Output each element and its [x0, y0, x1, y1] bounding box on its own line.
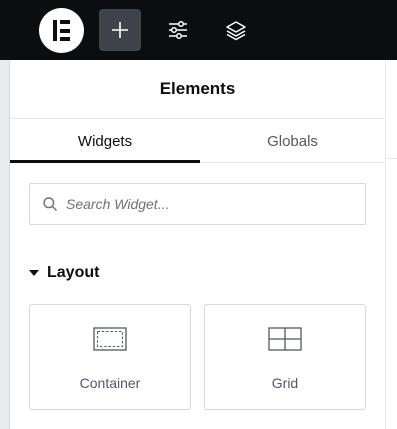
editor-frame: Elements Widgets Globals Layout	[0, 0, 397, 429]
logo-bar-vertical	[53, 20, 57, 41]
preview-edge	[0, 0, 9, 429]
plus-icon	[112, 22, 128, 38]
search-box	[29, 183, 366, 225]
elementor-logo-icon[interactable]	[39, 8, 84, 53]
panel-title: Elements	[10, 60, 385, 119]
elements-panel: Elements Widgets Globals Layout	[10, 60, 385, 429]
container-icon	[30, 327, 190, 357]
grid-icon	[205, 327, 365, 357]
active-tab-indicator	[10, 160, 200, 163]
top-toolbar	[0, 0, 397, 60]
layers-icon	[226, 21, 246, 41]
caret-down-icon	[29, 270, 39, 276]
logo-bar-top	[60, 20, 70, 24]
widget-label: Grid	[271, 375, 299, 391]
structure-button[interactable]	[215, 9, 257, 51]
widget-grid[interactable]: Grid	[204, 304, 366, 410]
logo-bar-bottom	[60, 37, 70, 41]
canvas-edge	[385, 60, 397, 429]
widget-container[interactable]: Container	[29, 304, 191, 410]
panel-tabs: Widgets Globals	[10, 119, 385, 163]
tab-globals[interactable]: Globals	[200, 119, 385, 163]
tab-widgets[interactable]: Widgets	[10, 119, 200, 163]
widget-label: Container	[79, 375, 141, 391]
logo-bar-middle	[60, 28, 70, 33]
search-icon	[43, 197, 57, 211]
section-toggle-layout[interactable]: Layout	[29, 262, 99, 284]
search-input[interactable]	[66, 184, 356, 224]
divider	[386, 158, 397, 159]
add-element-button[interactable]	[99, 9, 141, 51]
site-settings-button[interactable]	[157, 9, 199, 51]
section-title: Layout	[47, 264, 100, 281]
sliders-icon	[169, 20, 187, 40]
